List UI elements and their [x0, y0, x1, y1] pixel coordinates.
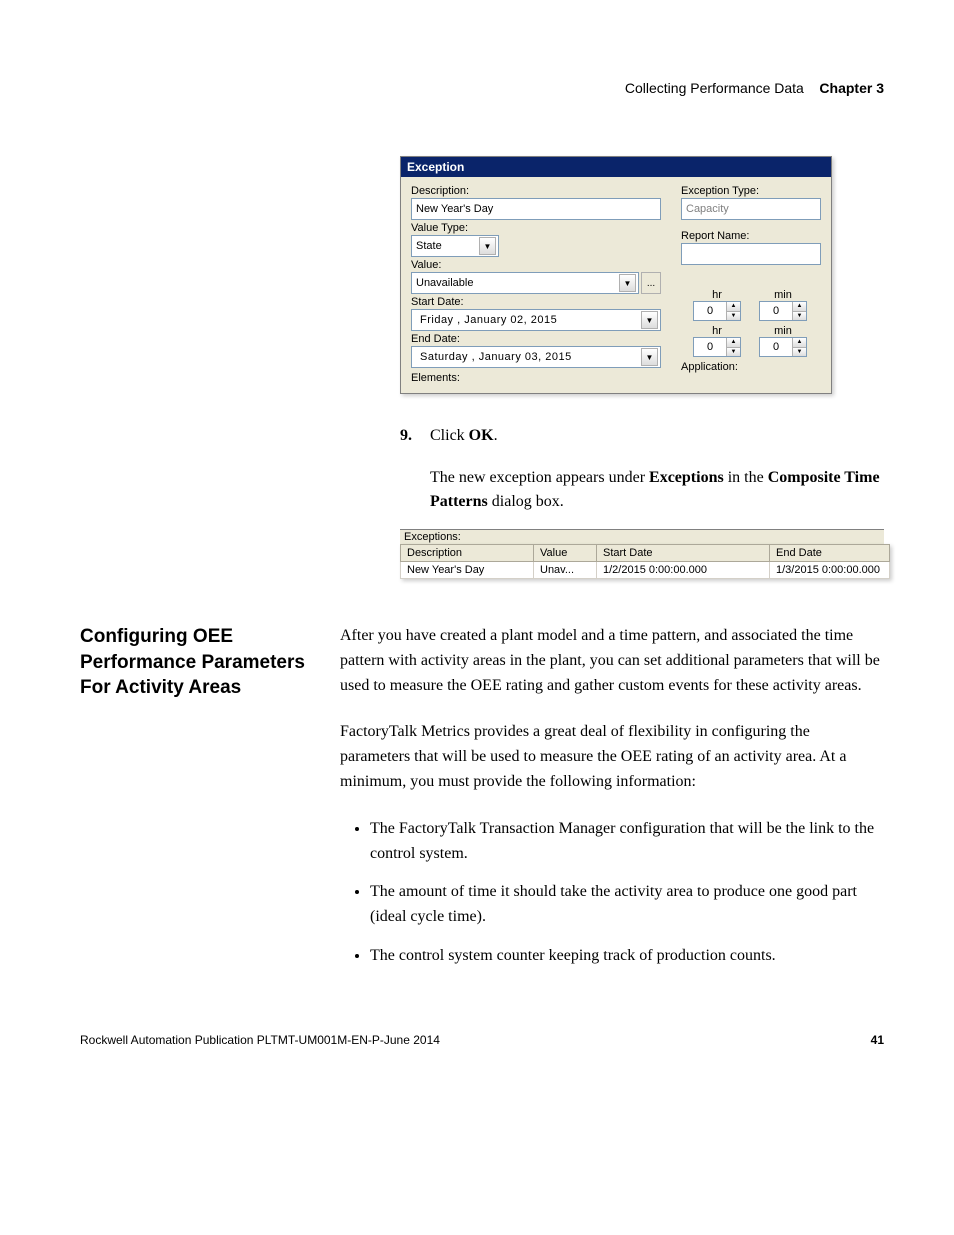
dropdown-icon[interactable]: ▼: [641, 311, 658, 329]
start-hr-spinner[interactable]: 0 ▲▼: [693, 301, 741, 321]
min-label: min: [759, 325, 807, 337]
section-body: After you have created a plant model and…: [340, 624, 884, 983]
page-number: 41: [871, 1033, 884, 1047]
step-9: 9. Click OK.: [400, 424, 884, 448]
up-icon[interactable]: ▲: [726, 302, 740, 312]
description-input[interactable]: New Year's Day: [411, 198, 661, 220]
section-heading: Configuring OEE Performance Parameters F…: [80, 624, 328, 983]
hr-label: hr: [693, 325, 741, 337]
down-icon[interactable]: ▼: [726, 348, 740, 357]
dropdown-icon[interactable]: ▼: [619, 274, 636, 292]
step-number: 9.: [400, 424, 430, 448]
col-description[interactable]: Description: [401, 545, 534, 562]
start-date-picker[interactable]: Friday , January 02, 2015 ▼: [411, 309, 661, 331]
end-min-spinner[interactable]: 0 ▲▼: [759, 337, 807, 357]
col-end-date[interactable]: End Date: [770, 545, 890, 562]
exceptions-table: Exceptions: Description Value Start Date…: [400, 529, 884, 579]
col-value[interactable]: Value: [534, 545, 597, 562]
down-icon[interactable]: ▼: [792, 348, 806, 357]
start-min-spinner[interactable]: 0 ▲▼: [759, 301, 807, 321]
page-footer: Rockwell Automation Publication PLTMT-UM…: [80, 1033, 884, 1047]
bullet-3: The control system counter keeping track…: [370, 944, 884, 969]
result-text: The new exception appears under Exceptio…: [430, 466, 884, 514]
table-row[interactable]: New Year's Day Unav... 1/2/2015 0:00:00.…: [401, 562, 890, 579]
dialog-titlebar: Exception: [401, 157, 831, 177]
down-icon[interactable]: ▼: [726, 312, 740, 321]
report-name-label: Report Name:: [681, 230, 821, 242]
application-label: Application:: [681, 361, 821, 373]
exception-type-input: Capacity: [681, 198, 821, 220]
report-name-input[interactable]: [681, 243, 821, 265]
up-icon[interactable]: ▲: [792, 338, 806, 348]
description-label: Description:: [411, 185, 661, 197]
up-icon[interactable]: ▲: [726, 338, 740, 348]
body-para-2: FactoryTalk Metrics provides a great dea…: [340, 720, 884, 794]
exceptions-label: Exceptions:: [400, 529, 884, 544]
bullet-2: The amount of time it should take the ac…: [370, 880, 884, 930]
min-label: min: [759, 289, 807, 301]
end-date-picker[interactable]: Saturday , January 03, 2015 ▼: [411, 346, 661, 368]
exception-type-label: Exception Type:: [681, 185, 821, 197]
value-select[interactable]: Unavailable ▼: [411, 272, 639, 294]
value-type-select[interactable]: State ▼: [411, 235, 499, 257]
start-date-label: Start Date:: [411, 296, 661, 308]
publication-id: Rockwell Automation Publication PLTMT-UM…: [80, 1033, 440, 1047]
dropdown-icon[interactable]: ▼: [479, 237, 496, 255]
header-section: Collecting Performance Data: [625, 80, 804, 96]
elements-label: Elements:: [411, 372, 661, 384]
browse-button[interactable]: ...: [641, 272, 661, 294]
header-chapter: Chapter 3: [819, 80, 884, 96]
up-icon[interactable]: ▲: [792, 302, 806, 312]
hr-label: hr: [693, 289, 741, 301]
down-icon[interactable]: ▼: [792, 312, 806, 321]
end-hr-spinner[interactable]: 0 ▲▼: [693, 337, 741, 357]
bullet-1: The FactoryTalk Transaction Manager conf…: [370, 817, 884, 867]
page-header: Collecting Performance Data Chapter 3: [80, 80, 884, 96]
exception-dialog: Exception Description: New Year's Day Va…: [400, 156, 832, 394]
value-label: Value:: [411, 259, 661, 271]
body-para-1: After you have created a plant model and…: [340, 624, 884, 698]
col-start-date[interactable]: Start Date: [597, 545, 770, 562]
dropdown-icon[interactable]: ▼: [641, 348, 658, 366]
value-type-label: Value Type:: [411, 222, 661, 234]
end-date-label: End Date:: [411, 333, 661, 345]
